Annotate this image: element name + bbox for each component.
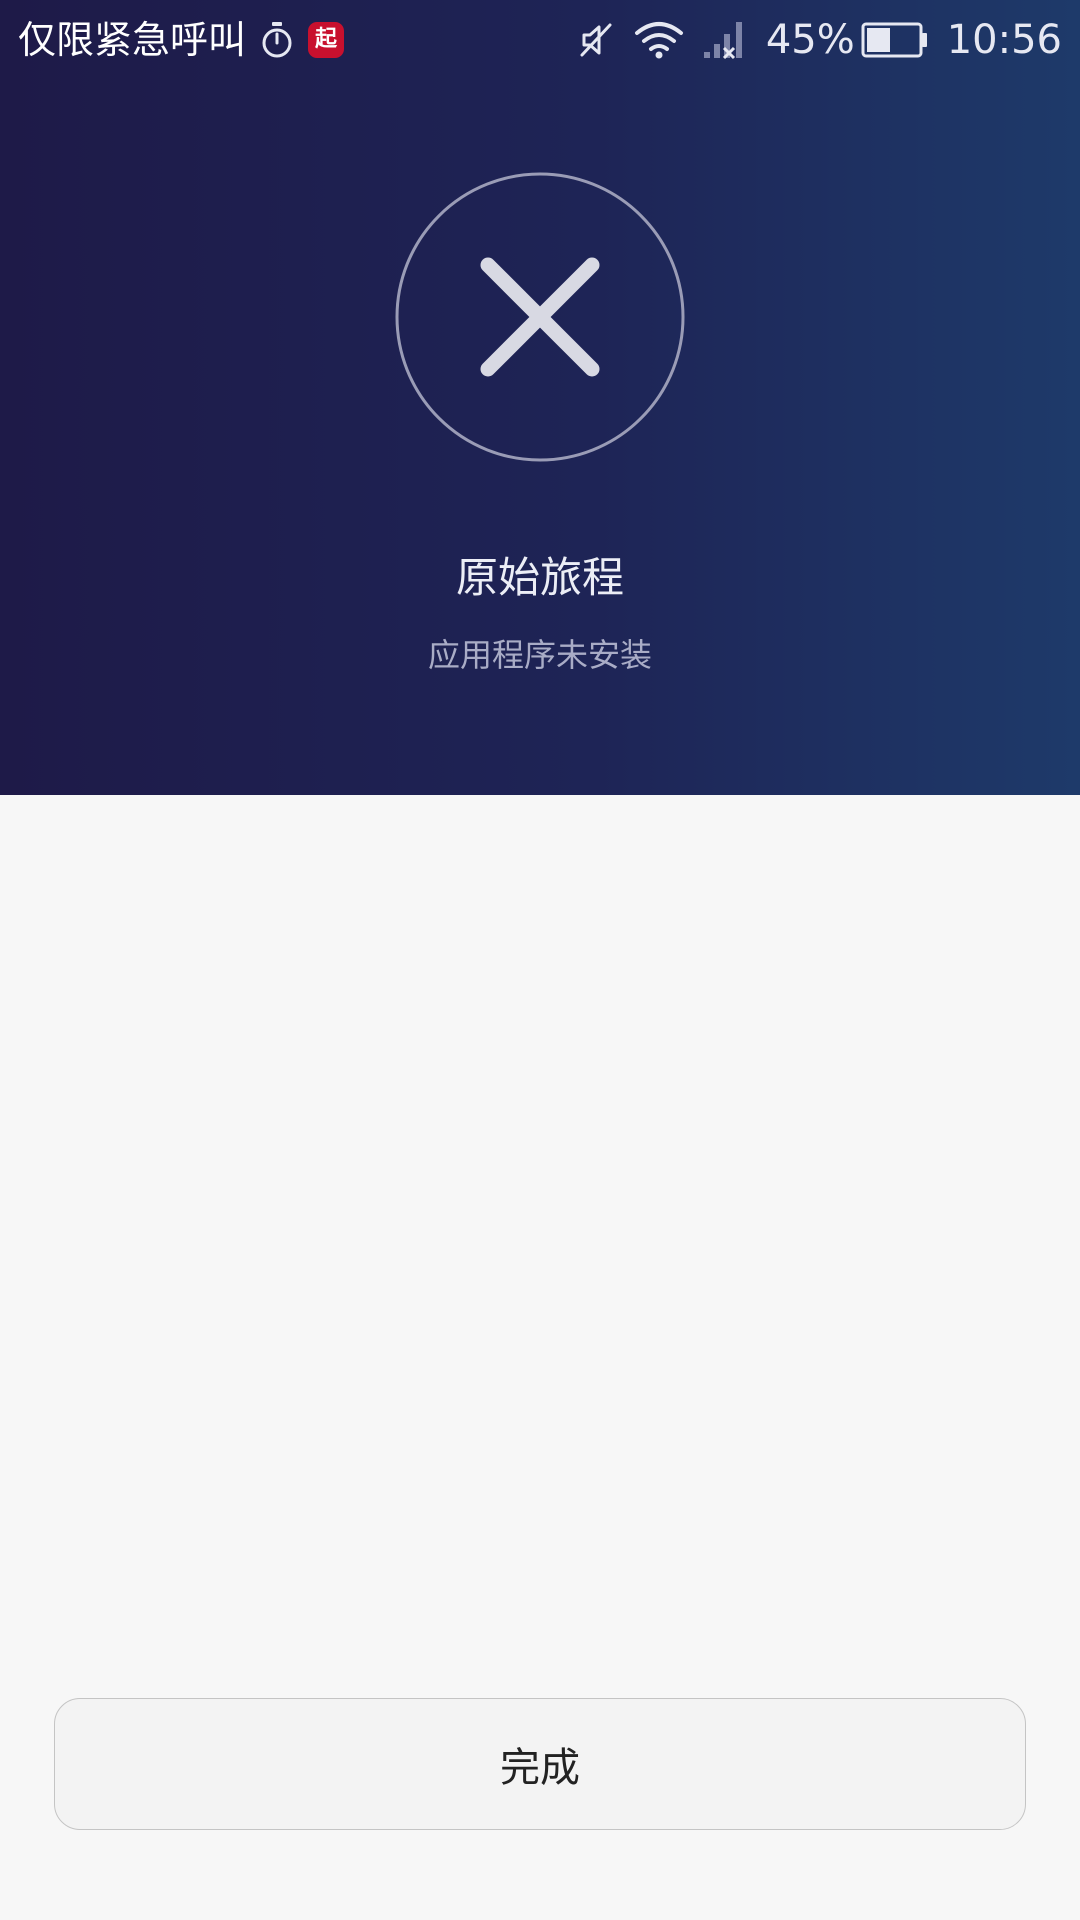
muted-icon — [576, 20, 616, 60]
result-header: 仅限紧急呼叫 起 45% 10:56 原始旅程 应用程序未安装 — [0, 0, 1080, 795]
status-bar: 仅限紧急呼叫 起 45% 10:56 — [0, 0, 1080, 80]
app-notification-icon: 起 — [308, 22, 345, 58]
battery-fill — [866, 28, 890, 52]
done-button[interactable]: 完成 — [54, 1698, 1026, 1830]
status-bar-right: 45% 10:56 — [576, 14, 1062, 66]
carrier-text: 仅限紧急呼叫 — [18, 18, 247, 62]
status-bar-left: 仅限紧急呼叫 起 — [18, 14, 345, 66]
battery-indicator: 45% — [766, 14, 929, 66]
wifi-icon — [634, 20, 684, 60]
clock: 10:56 — [946, 17, 1062, 63]
app-name: 原始旅程 — [455, 553, 624, 602]
timer-icon — [260, 21, 294, 59]
close-icon — [395, 172, 685, 462]
install-status-message: 应用程序未安装 — [427, 636, 652, 674]
battery-percent: 45% — [765, 17, 855, 63]
battery-icon — [861, 22, 929, 58]
install-result-screen: 仅限紧急呼叫 起 45% 10:56 原始旅程 应用程序未安装 完成 — [0, 0, 1080, 1920]
no-signal-icon — [702, 20, 748, 60]
